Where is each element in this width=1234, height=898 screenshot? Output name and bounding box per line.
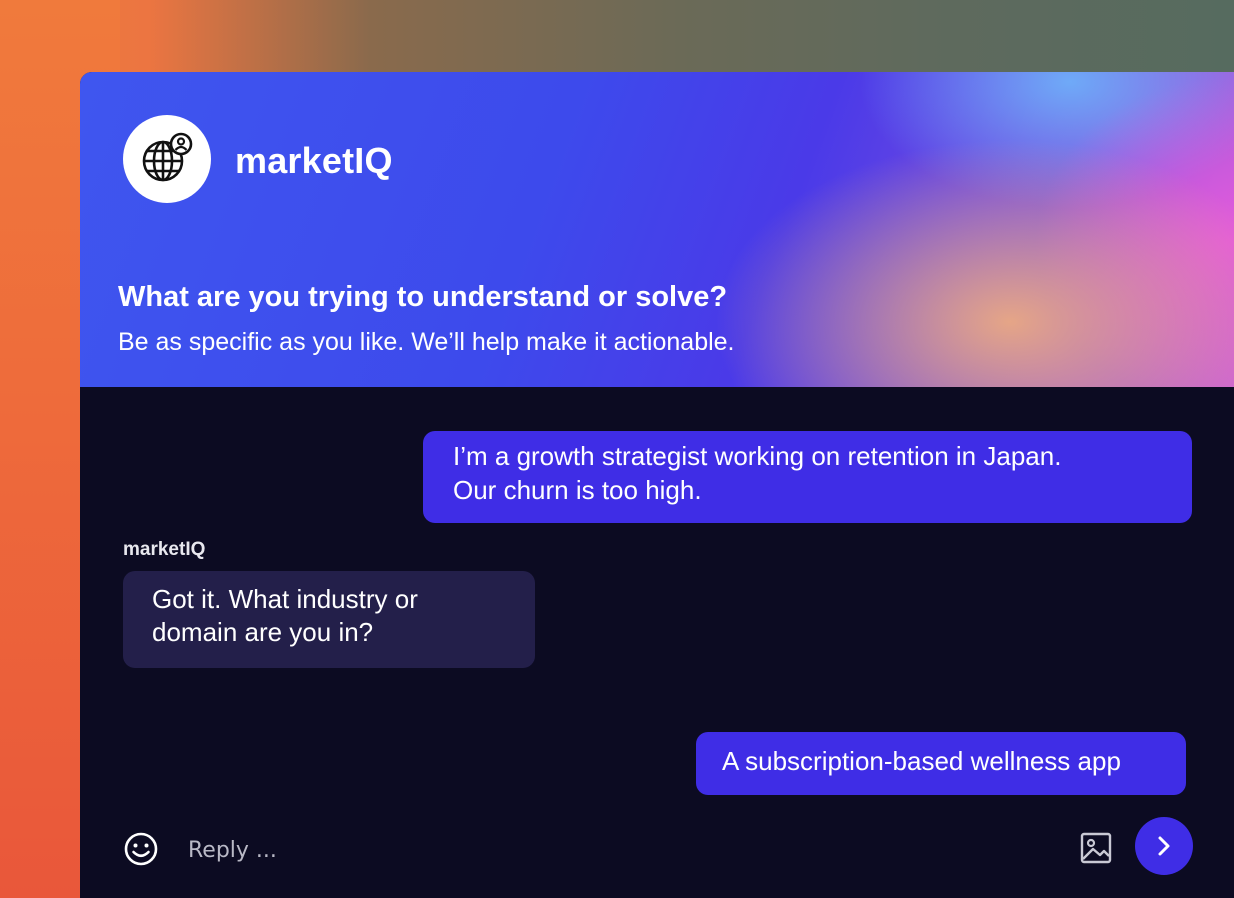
smiley-icon — [124, 832, 158, 866]
reply-composer — [80, 812, 1234, 898]
header-subtext: Be as specific as you like. We’ll help m… — [118, 328, 735, 356]
header-question: What are you trying to understand or sol… — [118, 281, 728, 313]
emoji-button[interactable] — [122, 830, 160, 868]
message-list: I’m a growth strategist working on reten… — [80, 387, 1234, 812]
message-text-line: I’m a growth strategist working on reten… — [453, 441, 1062, 471]
send-button[interactable] — [1135, 817, 1193, 875]
reply-input[interactable] — [186, 832, 1050, 868]
bot-message: Got it. What industry or domain are you … — [123, 571, 535, 668]
chat-window: marketIQ What are you trying to understa… — [80, 72, 1234, 898]
brand-avatar — [123, 115, 211, 203]
globe-user-icon — [142, 132, 193, 182]
bot-sender-name: marketIQ — [123, 539, 206, 560]
user-message: A subscription-based wellness app — [696, 732, 1186, 795]
message-text-line: Our churn is too high. — [453, 475, 702, 505]
brand-title: marketIQ — [235, 140, 393, 181]
message-text-line: Got it. What industry or — [152, 584, 418, 614]
attach-image-button[interactable] — [1078, 830, 1114, 866]
user-message: I’m a growth strategist working on reten… — [423, 431, 1192, 523]
chevron-right-icon — [1158, 836, 1170, 856]
image-icon — [1080, 832, 1112, 864]
chat-header: marketIQ What are you trying to understa… — [80, 72, 1234, 387]
message-text-line: domain are you in? — [152, 617, 374, 647]
